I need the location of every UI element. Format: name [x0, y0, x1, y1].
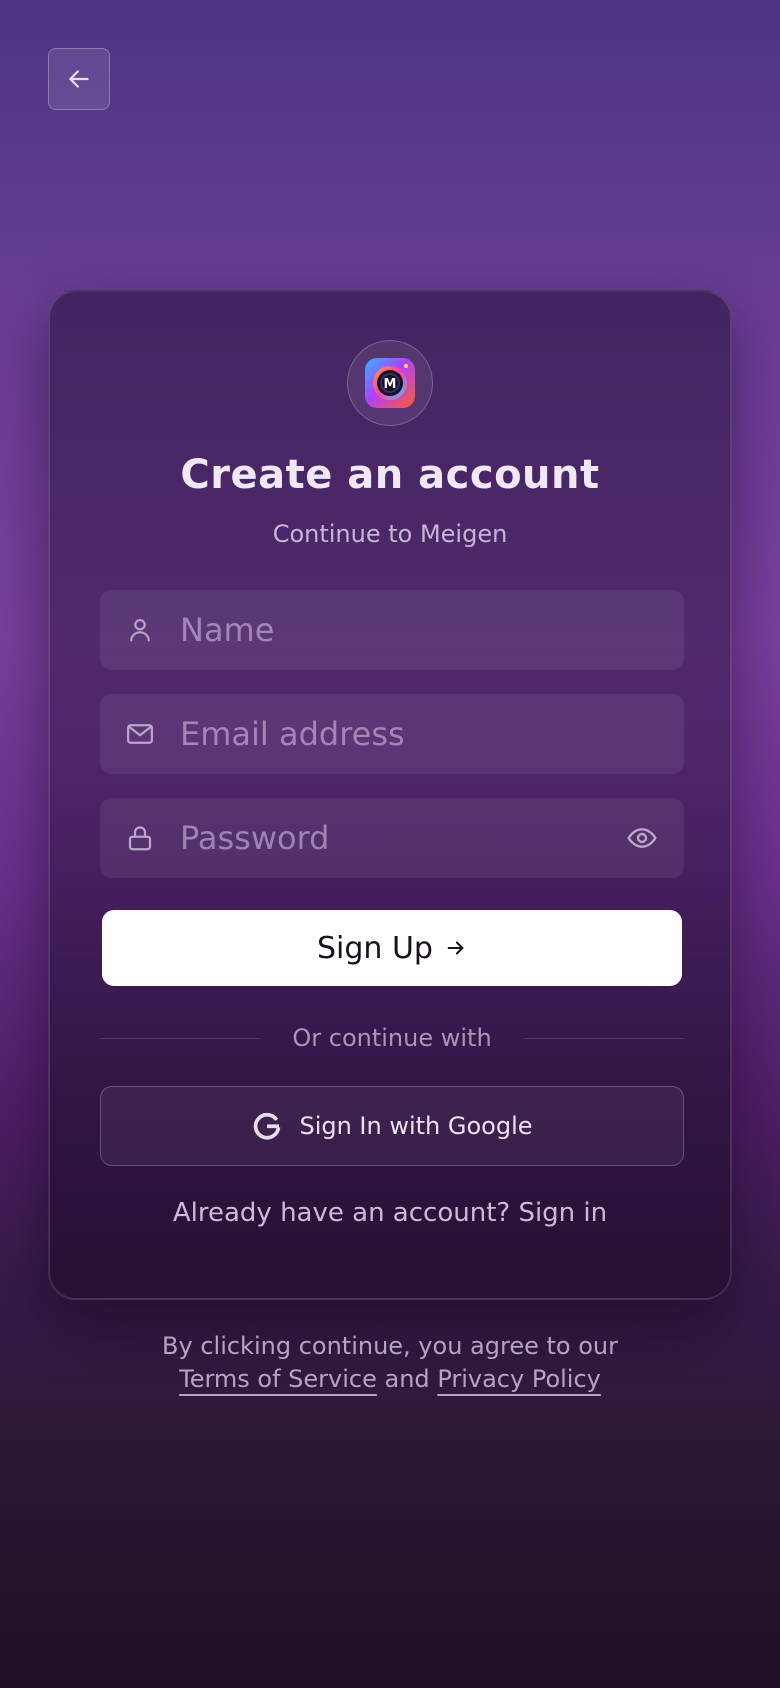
signin-link[interactable]: Sign in — [518, 1198, 607, 1228]
divider-line-right — [523, 1037, 685, 1039]
or-divider: Or continue with — [100, 1018, 685, 1058]
legal-and: and — [384, 1365, 430, 1393]
back-button[interactable] — [48, 48, 110, 110]
google-button-label: Sign In with Google — [299, 1112, 533, 1140]
mail-icon — [120, 714, 160, 754]
app-logo: M — [347, 340, 433, 426]
signup-button-label: Sign Up — [317, 930, 433, 966]
google-icon — [251, 1110, 283, 1142]
password-input[interactable] — [160, 797, 622, 879]
lock-icon — [120, 818, 160, 858]
google-signin-button[interactable]: Sign In with Google — [100, 1086, 684, 1166]
eye-icon[interactable] — [622, 818, 662, 858]
page-subtitle: Continue to Meigen — [272, 520, 508, 548]
arrow-right-icon — [445, 937, 467, 959]
name-field[interactable] — [100, 589, 684, 671]
signup-button[interactable]: Sign Up — [102, 910, 682, 986]
legal-prefix: By clicking continue, you agree to our — [162, 1332, 618, 1360]
svg-text:M: M — [384, 377, 397, 392]
divider-line-left — [100, 1037, 261, 1039]
signin-prompt-text: Already have an account? — [172, 1198, 511, 1228]
email-input[interactable] — [160, 693, 684, 775]
privacy-policy-link[interactable]: Privacy Policy — [437, 1365, 601, 1393]
password-field[interactable] — [100, 797, 684, 879]
meigen-logo-icon: M — [365, 358, 415, 408]
email-field[interactable] — [100, 693, 684, 775]
name-input[interactable] — [160, 589, 684, 671]
arrow-left-icon — [69, 70, 89, 88]
terms-of-service-link[interactable]: Terms of Service — [179, 1365, 377, 1393]
divider-text: Or continue with — [292, 1024, 492, 1052]
user-icon — [120, 610, 160, 650]
page-title: Create an account — [180, 452, 600, 498]
legal-notice: By clicking continue, you agree to our T… — [0, 1330, 780, 1396]
signup-card: M Create an account Continue to Meigen N… — [48, 290, 732, 1300]
signin-prompt: Already have an account? Sign in — [50, 1198, 730, 1228]
